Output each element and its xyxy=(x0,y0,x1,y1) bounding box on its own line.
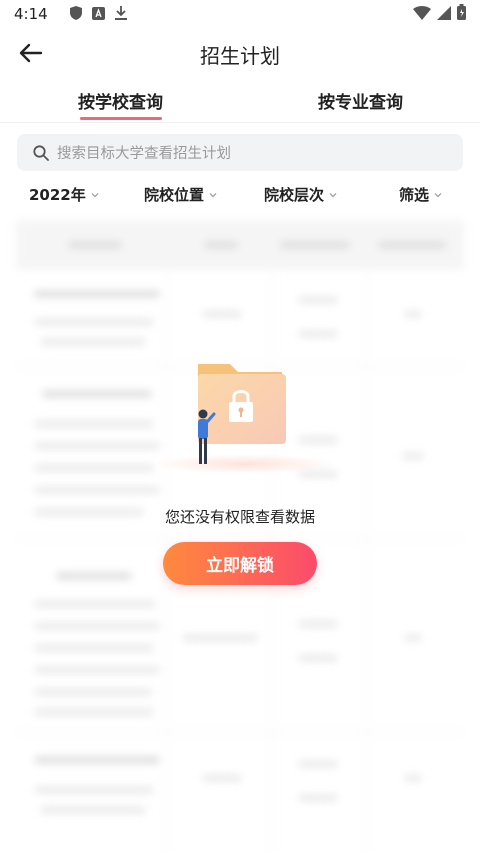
signal-icon xyxy=(437,5,451,24)
blurred-bar xyxy=(68,241,122,249)
blurred-bar xyxy=(34,708,154,716)
blurred-bar xyxy=(378,241,446,249)
filter-more-label: 筛选 xyxy=(399,186,430,204)
filter-level-label: 院校层次 xyxy=(264,186,325,204)
blurred-bar xyxy=(204,241,238,249)
shield-icon xyxy=(69,5,82,24)
search-input[interactable]: 搜索目标大学查看招生计划 xyxy=(17,134,463,171)
blurred-bar xyxy=(404,774,422,782)
chevron-down-icon xyxy=(91,192,99,197)
battery-icon xyxy=(457,4,466,24)
filter-location-label: 院校位置 xyxy=(144,186,205,204)
search-icon xyxy=(33,144,49,161)
blurred-bar xyxy=(34,622,160,630)
locked-overlay: 您还没有权限查看数据 立即解锁 xyxy=(0,352,480,602)
blurred-bar xyxy=(34,666,160,674)
blurred-bar xyxy=(298,330,338,338)
blurred-bar xyxy=(298,620,338,628)
unlock-button[interactable]: 立即解锁 xyxy=(163,542,317,585)
blurred-bar xyxy=(182,634,258,642)
tab-by-major[interactable]: 按专业查询 xyxy=(318,88,403,113)
locked-folder-illustration xyxy=(155,364,330,472)
filter-location[interactable]: 院校位置 xyxy=(144,184,217,205)
page-title: 招生计划 xyxy=(200,44,280,68)
download-icon xyxy=(114,5,127,24)
blurred-bar xyxy=(40,806,146,814)
wifi-icon xyxy=(413,5,431,24)
tab-bar: 按学校查询 按专业查询 xyxy=(0,82,480,122)
status-time: 4:14 xyxy=(14,5,48,23)
tabs-divider xyxy=(0,122,480,123)
blurred-bar xyxy=(202,310,242,318)
search-placeholder: 搜索目标大学查看招生计划 xyxy=(57,146,231,162)
chevron-down-icon xyxy=(329,192,337,197)
blurred-bar xyxy=(298,760,338,768)
blurred-bar xyxy=(34,290,160,298)
filter-year[interactable]: 2022年 xyxy=(29,184,99,205)
blurred-bar xyxy=(298,794,338,802)
blurred-bar xyxy=(34,318,154,326)
tab-by-school[interactable]: 按学校查询 xyxy=(78,88,163,113)
font-a-icon xyxy=(91,5,105,24)
blurred-bar xyxy=(40,338,146,346)
status-bar: 4:14 xyxy=(0,0,480,28)
blurred-row-line xyxy=(16,732,464,733)
chevron-down-icon xyxy=(209,192,217,197)
no-permission-message: 您还没有权限查看数据 xyxy=(164,508,315,526)
tab-active-indicator xyxy=(80,117,162,120)
blurred-bar xyxy=(298,654,338,662)
status-left: 4:14 xyxy=(14,5,127,24)
filter-bar: 2022年 院校位置 院校层次 筛选 xyxy=(0,184,480,208)
status-right xyxy=(413,4,466,24)
filter-level[interactable]: 院校层次 xyxy=(264,184,337,205)
blurred-bar xyxy=(34,688,152,696)
chevron-down-icon xyxy=(434,192,442,197)
filter-more[interactable]: 筛选 xyxy=(399,184,442,205)
blurred-bar xyxy=(280,241,350,249)
blurred-bar xyxy=(298,296,338,304)
header: 招生计划 xyxy=(0,28,480,78)
blurred-bar xyxy=(34,786,154,794)
blurred-bar xyxy=(404,634,422,642)
blurred-bar xyxy=(34,756,160,764)
filter-year-label: 2022年 xyxy=(29,186,86,204)
blurred-bar xyxy=(202,774,242,782)
blurred-bar xyxy=(34,644,154,652)
blurred-bar xyxy=(404,310,422,318)
